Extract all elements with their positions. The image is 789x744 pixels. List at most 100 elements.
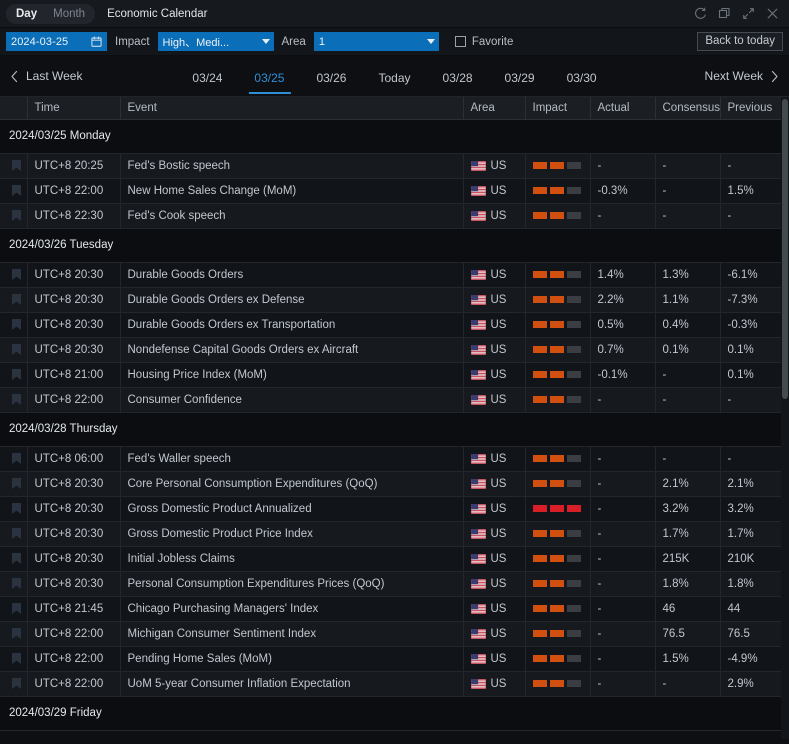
row-bookmark-cell[interactable] [0,646,27,671]
row-event[interactable]: Fed's Waller speech [120,446,463,471]
day-group-header: 2024/03/29 Friday [0,696,781,730]
table-row[interactable]: UTC+8 20:30Nondefense Capital Goods Orde… [0,337,781,362]
favorite-checkbox[interactable] [455,36,466,47]
row-event[interactable]: Personal Consumption Expenditures Prices… [120,571,463,596]
expand-icon[interactable] [742,7,755,20]
table-row[interactable]: UTC+8 20:30Durable Goods Orders ex Trans… [0,312,781,337]
impact-select[interactable]: High、Medi... [158,32,274,51]
row-event[interactable]: Nondefense Capital Goods Orders ex Aircr… [120,337,463,362]
week-day-0326[interactable]: 03/26 [300,56,362,96]
row-bookmark-cell[interactable] [0,262,27,287]
week-day-0329[interactable]: 03/29 [489,56,551,96]
row-bookmark-cell[interactable] [0,521,27,546]
impact-bars [533,522,590,546]
week-day-today[interactable]: Today [362,56,426,96]
table-row[interactable]: UTC+8 22:00UoM 5-year Consumer Inflation… [0,671,781,696]
column-header-impact: Impact [525,97,590,119]
row-event[interactable]: Fed's Cook speech [120,203,463,228]
row-event[interactable]: Gross Domestic Product Annualized [120,496,463,521]
row-bookmark-cell[interactable] [0,203,27,228]
scrollbar-thumb[interactable] [782,99,788,399]
last-week-button[interactable]: Last Week [10,69,82,83]
view-mode-tabs: Day Month [6,4,95,24]
row-bookmark-cell[interactable] [0,446,27,471]
area-select[interactable]: 1 [314,32,439,51]
table-row[interactable]: UTC+8 22:30Fed's Cook speechUS--- [0,203,781,228]
refresh-icon[interactable] [694,7,707,20]
impact-bar [567,480,581,487]
table-row[interactable]: UTC+8 06:00Fed's Waller speechUS--- [0,446,781,471]
row-bookmark-cell[interactable] [0,387,27,412]
table-row[interactable]: UTC+8 20:30Durable Goods Orders ex Defen… [0,287,781,312]
table-row[interactable]: UTC+8 20:30Core Personal Consumption Exp… [0,471,781,496]
row-event[interactable]: Michigan Consumer Sentiment Index [120,621,463,646]
favorite-filter[interactable]: Favorite [455,36,514,48]
close-icon[interactable] [766,7,779,20]
row-event[interactable]: Durable Goods Orders ex Transportation [120,312,463,337]
week-day-0324[interactable]: 03/24 [176,56,238,96]
row-bookmark-cell[interactable] [0,287,27,312]
row-event[interactable]: Fed's Bostic speech [120,153,463,178]
table-row[interactable]: UTC+8 22:00Michigan Consumer Sentiment I… [0,621,781,646]
row-bookmark-cell[interactable] [0,571,27,596]
row-event[interactable]: Gross Domestic Product Price Index [120,521,463,546]
table-row[interactable]: UTC+8 20:25Fed's Bostic speechUS--- [0,153,781,178]
row-actual: 2.2% [590,287,655,312]
chevron-left-icon [10,70,19,83]
row-bookmark-cell[interactable] [0,596,27,621]
table-row[interactable]: UTC+8 21:00Housing Price Index (MoM)US-0… [0,362,781,387]
table-row[interactable]: UTC+8 20:30Personal Consumption Expendit… [0,571,781,596]
row-bookmark-cell[interactable] [0,312,27,337]
row-bookmark-cell[interactable] [0,496,27,521]
row-impact [525,387,590,412]
impact-bars [533,572,590,596]
row-bookmark-cell[interactable] [0,546,27,571]
table-row[interactable]: UTC+8 20:30Gross Domestic Product Annual… [0,496,781,521]
row-bookmark-cell[interactable] [0,671,27,696]
row-event[interactable]: Chicago Purchasing Managers' Index [120,596,463,621]
row-area-label: US [491,344,507,356]
row-impact [525,178,590,203]
impact-bar [533,555,547,562]
tab-month[interactable]: Month [45,4,93,24]
row-bookmark-cell[interactable] [0,178,27,203]
row-event[interactable]: Consumer Confidence [120,387,463,412]
table-row[interactable]: UTC+8 20:30Initial Jobless ClaimsUS-215K… [0,546,781,571]
row-event[interactable]: Pending Home Sales (MoM) [120,646,463,671]
row-impact [525,646,590,671]
row-event[interactable]: Durable Goods Orders [120,262,463,287]
tab-day[interactable]: Day [8,4,45,24]
bookmark-icon [12,294,21,305]
bookmark-icon [12,628,21,639]
row-previous: 3.2% [720,496,781,521]
row-event[interactable]: New Home Sales Change (MoM) [120,178,463,203]
row-event[interactable]: Durable Goods Orders ex Defense [120,287,463,312]
row-time: UTC+8 22:00 [27,178,120,203]
vertical-scrollbar[interactable] [781,97,789,739]
week-day-0330[interactable]: 03/30 [551,56,613,96]
table-row[interactable]: UTC+8 22:00Consumer ConfidenceUS--- [0,387,781,412]
restore-icon[interactable] [718,7,731,20]
row-bookmark-cell[interactable] [0,621,27,646]
week-day-0328[interactable]: 03/28 [427,56,489,96]
table-row[interactable]: UTC+8 22:00New Home Sales Change (MoM)US… [0,178,781,203]
row-event[interactable]: UoM 5-year Consumer Inflation Expectatio… [120,671,463,696]
row-bookmark-cell[interactable] [0,362,27,387]
row-bookmark-cell[interactable] [0,153,27,178]
table-row[interactable]: UTC+8 21:45Chicago Purchasing Managers' … [0,596,781,621]
date-picker[interactable]: 2024-03-25 [6,32,107,51]
row-event[interactable]: Core Personal Consumption Expenditures (… [120,471,463,496]
row-bookmark-cell[interactable] [0,471,27,496]
next-week-button[interactable]: Next Week [705,69,779,83]
week-day-0325[interactable]: 03/25 [238,56,300,96]
row-event[interactable]: Initial Jobless Claims [120,546,463,571]
table-row[interactable]: UTC+8 20:30Gross Domestic Product Price … [0,521,781,546]
impact-bar [533,371,547,378]
table-row[interactable]: UTC+8 20:30Durable Goods OrdersUS1.4%1.3… [0,262,781,287]
row-actual: -0.1% [590,362,655,387]
row-bookmark-cell[interactable] [0,337,27,362]
back-to-today-button[interactable]: Back to today [697,32,783,51]
us-flag-icon [471,395,486,405]
row-event[interactable]: Housing Price Index (MoM) [120,362,463,387]
table-row[interactable]: UTC+8 22:00Pending Home Sales (MoM)US-1.… [0,646,781,671]
